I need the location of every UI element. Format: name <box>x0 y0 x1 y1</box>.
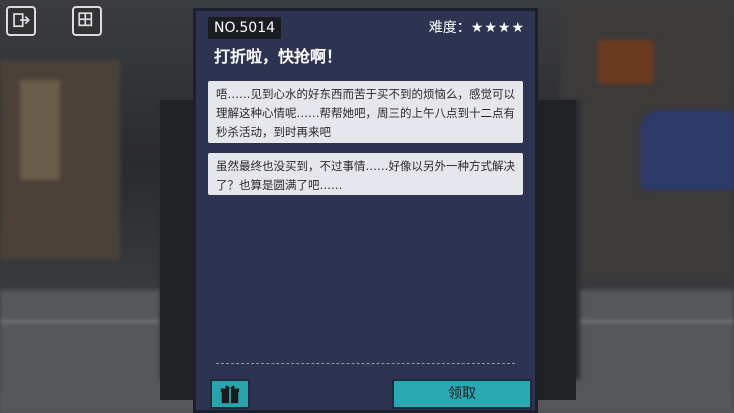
left-shop-background <box>0 60 120 260</box>
game-scene: NO.5014 难度：★★★★ 打折啦，快抢啊！ 唔……见到心水的好东西而苦于买… <box>0 0 734 413</box>
difficulty-label: 难度： <box>428 20 471 36</box>
left-shop-light <box>20 80 60 180</box>
box-side-right <box>536 100 576 400</box>
exit-icon[interactable] <box>6 6 36 36</box>
box-side-left <box>160 100 196 400</box>
quest-title: 打折啦，快抢啊！ <box>214 47 343 66</box>
quest-number: NO.5014 <box>208 17 282 39</box>
difficulty-rating: 难度：★★★★ <box>429 19 525 37</box>
gift-icon <box>220 385 240 404</box>
claim-button[interactable]: 领取 <box>392 379 532 409</box>
grid-icon[interactable] <box>72 6 102 36</box>
gift-button[interactable] <box>210 379 250 409</box>
quest-description: 唔……见到心水的好东西而苦于买不到的烦恼么，感觉可以理解这种心情呢……帮帮她吧，… <box>208 81 523 143</box>
quest-panel: NO.5014 难度：★★★★ 打折啦，快抢啊！ 唔……见到心水的好东西而苦于买… <box>193 8 538 413</box>
panel-divider <box>216 363 515 364</box>
blue-car <box>640 110 734 190</box>
right-shop-sign <box>598 40 654 84</box>
difficulty-stars: ★★★★ <box>470 20 525 36</box>
quest-result: 虽然最终也没买到，不过事情……好像以另外一种方式解决了？也算是圆满了吧…… <box>208 153 523 195</box>
